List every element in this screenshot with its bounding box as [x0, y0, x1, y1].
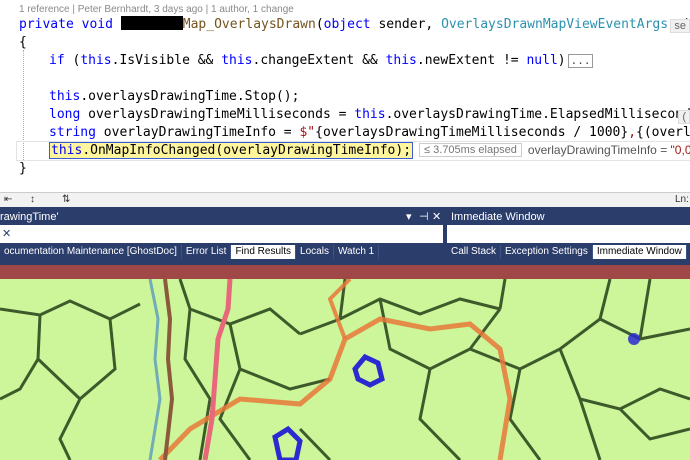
keyword: this [49, 89, 81, 104]
map-region-borders [0, 279, 690, 460]
perf-tip[interactable]: ≤ 3.705ms elapsed [419, 143, 522, 157]
keyword: null [526, 53, 558, 68]
immediate-window-body[interactable] [447, 225, 690, 243]
left-panel-body[interactable]: ✕ [0, 225, 443, 243]
tab-call-stack[interactable]: Call Stack [447, 245, 502, 259]
method-name: Map_OverlaysDrawn [182, 17, 316, 32]
code-token: ) [557, 53, 566, 68]
code-line-brace-close[interactable]: } [19, 161, 27, 176]
code-token: .IsVisible && [111, 53, 222, 68]
code-line-long[interactable]: long overlaysDrawingTimeMilliseconds = t… [49, 107, 690, 122]
left-panel-tabs: ocumentation Maintenance [GhostDoc] Erro… [0, 245, 380, 259]
string-literal: , [628, 125, 637, 140]
collapsed-region-button[interactable]: ... [567, 54, 594, 68]
datatip-value: "0,0 s" [670, 143, 690, 157]
keyword: this [354, 107, 386, 122]
tab-exception-settings[interactable]: Exception Settings [501, 245, 593, 259]
inline-hint: ( [678, 110, 690, 124]
inline-hint: se [670, 19, 690, 33]
code-token: .newExtent != [416, 53, 527, 68]
code-line-stop[interactable]: this.overlaysDrawingTime.Stop(); [49, 89, 299, 104]
code-token: .changeExtent && [252, 53, 386, 68]
tab-documentation-maintenance[interactable]: ocumentation Maintenance [GhostDoc] [0, 245, 182, 259]
line-indicator: Ln: [675, 194, 689, 205]
map-road [202, 279, 233, 460]
interpolation: {overlaysDrawingTimeMilliseconds / 1000} [315, 125, 629, 140]
datatip-name: overlayDrawingTimeInfo = [527, 143, 668, 157]
keyword: this [221, 53, 253, 68]
keyword: this [80, 53, 112, 68]
tab-locals[interactable]: Locals [296, 245, 334, 259]
keyword: object [323, 17, 371, 32]
interpolation: {(overlaysDr [636, 125, 690, 140]
close-icon[interactable]: ✕ [432, 210, 441, 223]
map-waterway [148, 279, 162, 460]
code-line-if[interactable]: if (this.IsVisible && this.changeExtent … [49, 53, 594, 68]
code-token: ( [64, 53, 81, 68]
keyword: this [51, 143, 83, 158]
map-river [163, 279, 175, 460]
tool-icon[interactable]: ⇅ [62, 194, 70, 205]
code-token: sender, [370, 17, 442, 32]
map-canvas [0, 279, 690, 460]
code-editor[interactable]: 1 reference | Peter Bernhardt, 3 days ag… [0, 0, 690, 192]
string-literal: $" [299, 125, 316, 140]
map-view[interactable] [0, 279, 690, 460]
type-name: OverlaysDrawnMapViewEventArgs [441, 17, 669, 32]
map-overlay-shape [352, 353, 385, 388]
tool-window-area: rawingTime' ▾ ⊣ ✕ ✕ ocumentation Mainten… [0, 207, 690, 265]
right-panel-tabs: Call Stack Exception Settings Immediate … [447, 245, 687, 259]
codelens-info[interactable]: 1 reference | Peter Bernhardt, 3 days ag… [19, 4, 294, 15]
code-token: overlayDrawingTimeInfo = [95, 125, 300, 140]
code-line-string[interactable]: string overlayDrawingTimeInfo = $"{overl… [49, 125, 690, 140]
code-token: overlaysDrawingTimeMilliseconds = [80, 107, 355, 122]
inline-value-datatip[interactable]: overlayDrawingTimeInfo = "0,0 s" [528, 143, 690, 157]
tab-watch-1[interactable]: Watch 1 [333, 245, 380, 259]
keyword: string [49, 125, 96, 140]
navigate-back-icon[interactable]: ⇤ [4, 194, 12, 205]
next-statement-highlight: this.OnMapInfoChanged(overlayDrawingTime… [49, 142, 414, 159]
code-token: .overlaysDrawingTime.Stop(); [80, 89, 300, 104]
code-line-current-statement[interactable]: this.OnMapInfoChanged(overlayDrawingTime… [49, 142, 690, 159]
status-strip [0, 265, 690, 279]
keyword: void [81, 17, 113, 32]
tab-find-results[interactable]: Find Results [231, 245, 297, 259]
code-token: ( [315, 17, 324, 32]
keyword: this [385, 53, 417, 68]
keyword: if [49, 53, 65, 68]
editor-status-bar: ⇤ ↕ ⇅ Ln: [0, 192, 690, 208]
right-panel-title: Immediate Window [451, 211, 545, 223]
tab-immediate-window[interactable]: Immediate Window [592, 245, 687, 259]
map-overlay-shape [272, 425, 303, 460]
pin-icon[interactable]: ⊣ [419, 210, 429, 223]
code-token: .overlaysDrawingTime.ElapsedMilliseconds… [385, 107, 690, 122]
map-overlay-point [628, 333, 640, 345]
close-icon[interactable]: ✕ [2, 227, 11, 240]
code-token: .OnMapInfoChanged(overlayDrawingTimeInfo… [82, 143, 412, 158]
tab-error-list[interactable]: Error List [181, 245, 232, 259]
left-panel-title: rawingTime' [0, 211, 59, 223]
dropdown-icon[interactable]: ▾ [406, 210, 412, 223]
keyword: private [19, 17, 74, 32]
code-line-brace-open[interactable]: { [19, 35, 27, 50]
redacted-block [120, 16, 183, 30]
keyword: long [49, 107, 81, 122]
code-line-method-signature[interactable]: private void Map_OverlaysDrawn(object se… [19, 16, 690, 32]
tool-icon[interactable]: ↕ [30, 194, 35, 205]
